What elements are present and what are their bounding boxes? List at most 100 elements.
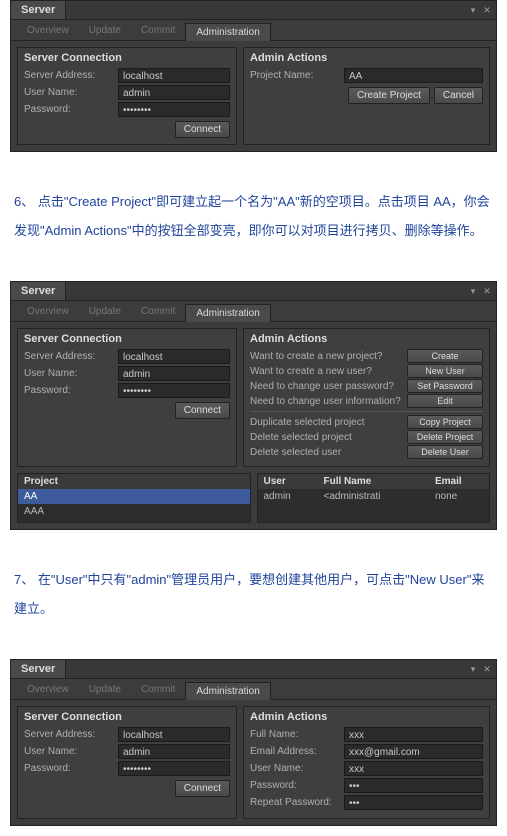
delete-project-button[interactable]: Delete Project (407, 430, 483, 444)
lists-row: Project AA AAA User Full Name Email admi… (11, 473, 496, 529)
window-controls: ▾ ✕ (468, 660, 496, 678)
password-input[interactable]: •••••••• (118, 102, 230, 117)
repeat-password-input[interactable]: ••• (344, 795, 483, 810)
window-close-icon[interactable]: ✕ (482, 664, 492, 674)
server-address-input[interactable]: localhost (118, 349, 230, 364)
new-password-input[interactable]: ••• (344, 778, 483, 793)
server-address-input[interactable]: localhost (118, 68, 230, 83)
subtabs: Overview Update Commit Administration (11, 20, 496, 41)
subtab-update[interactable]: Update (79, 681, 131, 699)
new-user-button[interactable]: New User (407, 364, 483, 378)
subtab-overview[interactable]: Overview (17, 22, 79, 40)
subtabs: Overview Update Commit Administration (11, 679, 496, 700)
server-address-input[interactable]: localhost (118, 727, 230, 742)
subtab-update[interactable]: Update (79, 22, 131, 40)
server-panel-1: Server ▾ ✕ Overview Update Commit Admini… (10, 0, 497, 152)
user-name-input[interactable]: admin (118, 744, 230, 759)
email-input[interactable]: xxx@gmail.com (344, 744, 483, 759)
subtabs: Overview Update Commit Administration (11, 301, 496, 322)
password-input[interactable]: •••••••• (118, 383, 230, 398)
password-label: Password: (24, 763, 114, 774)
action-label: Delete selected project (250, 432, 403, 443)
user-header-user: User (258, 474, 318, 489)
panel-body: Server Connection Server Address: localh… (11, 322, 496, 473)
server-connection-title: Server Connection (24, 711, 230, 723)
server-address-label: Server Address: (24, 351, 114, 362)
user-name-label: User Name: (24, 368, 114, 379)
password-label: Password: (24, 385, 114, 396)
set-password-button[interactable]: Set Password (407, 379, 483, 393)
subtab-overview[interactable]: Overview (17, 303, 79, 321)
create-button[interactable]: Create (407, 349, 483, 363)
server-connection-box: Server Connection Server Address: localh… (17, 706, 237, 819)
full-name-input[interactable]: xxx (344, 727, 483, 742)
user-header-fullname: Full Name (318, 474, 430, 489)
window-title-tab[interactable]: Server (11, 1, 66, 19)
project-header: Project (18, 474, 250, 489)
create-project-button[interactable]: Create Project (348, 87, 430, 104)
new-user-name-label: User Name: (250, 763, 340, 774)
window-title-tab[interactable]: Server (11, 282, 66, 300)
full-name-label: Full Name: (250, 729, 340, 740)
admin-actions-box: Admin Actions Project Name: AA Create Pr… (243, 47, 490, 145)
connect-button[interactable]: Connect (175, 402, 230, 419)
subtab-administration[interactable]: Administration (185, 304, 270, 322)
project-row-aa[interactable]: AA (18, 489, 250, 504)
password-input[interactable]: •••••••• (118, 761, 230, 776)
panel-header: Server ▾ ✕ (11, 660, 496, 679)
server-connection-title: Server Connection (24, 333, 230, 345)
project-row-aaa[interactable]: AAA (18, 504, 250, 519)
user-name-input[interactable]: admin (118, 85, 230, 100)
new-password-label: Password: (250, 780, 340, 791)
server-address-label: Server Address: (24, 70, 114, 81)
subtab-administration[interactable]: Administration (185, 23, 270, 41)
subtab-update[interactable]: Update (79, 303, 131, 321)
user-header-email: Email (429, 474, 489, 489)
copy-project-button[interactable]: Copy Project (407, 415, 483, 429)
action-label: Want to create a new user? (250, 366, 403, 377)
user-name-label: User Name: (24, 87, 114, 98)
action-label: Need to change user password? (250, 381, 403, 392)
window-menu-icon[interactable]: ▾ (468, 664, 478, 674)
server-connection-box: Server Connection Server Address: localh… (17, 47, 237, 145)
panel-header: Server ▾ ✕ (11, 282, 496, 301)
doc-paragraph-7: 7、 在"User"中只有"admin"管理员用户，要想创建其他用户，可点击"N… (14, 566, 493, 623)
project-list: Project AA AAA (17, 473, 251, 523)
project-name-input[interactable]: AA (344, 68, 483, 83)
cancel-button[interactable]: Cancel (434, 87, 483, 104)
action-label: Delete selected user (250, 447, 403, 458)
window-menu-icon[interactable]: ▾ (468, 286, 478, 296)
edit-button[interactable]: Edit (407, 394, 483, 408)
connect-button[interactable]: Connect (175, 780, 230, 797)
new-user-name-input[interactable]: xxx (344, 761, 483, 776)
server-connection-box: Server Connection Server Address: localh… (17, 328, 237, 467)
delete-user-button[interactable]: Delete User (407, 445, 483, 459)
subtab-commit[interactable]: Commit (131, 303, 185, 321)
action-label: Want to create a new project? (250, 351, 403, 362)
panel-body: Server Connection Server Address: localh… (11, 700, 496, 825)
admin-actions-box: Admin Actions Full Name: xxx Email Addre… (243, 706, 490, 819)
action-label: Need to change user information? (250, 396, 403, 407)
subtab-overview[interactable]: Overview (17, 681, 79, 699)
server-panel-3: Server ▾ ✕ Overview Update Commit Admini… (10, 659, 497, 826)
user-name-input[interactable]: admin (118, 366, 230, 381)
subtab-commit[interactable]: Commit (131, 681, 185, 699)
window-close-icon[interactable]: ✕ (482, 5, 492, 15)
window-controls: ▾ ✕ (468, 1, 496, 19)
window-controls: ▾ ✕ (468, 282, 496, 300)
doc-paragraph-6: 6、 点击"Create Project"即可建立起一个名为"AA"新的空项目。… (14, 188, 493, 245)
password-label: Password: (24, 104, 114, 115)
email-label: Email Address: (250, 746, 340, 757)
panel-header: Server ▾ ✕ (11, 1, 496, 20)
subtab-administration[interactable]: Administration (185, 682, 270, 700)
project-name-label: Project Name: (250, 70, 340, 81)
connect-button[interactable]: Connect (175, 121, 230, 138)
user-row-admin[interactable]: admin <administrati none (258, 489, 490, 504)
action-label: Duplicate selected project (250, 417, 403, 428)
subtab-commit[interactable]: Commit (131, 22, 185, 40)
server-address-label: Server Address: (24, 729, 114, 740)
window-close-icon[interactable]: ✕ (482, 286, 492, 296)
window-title-tab[interactable]: Server (11, 660, 66, 678)
window-menu-icon[interactable]: ▾ (468, 5, 478, 15)
repeat-password-label: Repeat Password: (250, 797, 340, 808)
